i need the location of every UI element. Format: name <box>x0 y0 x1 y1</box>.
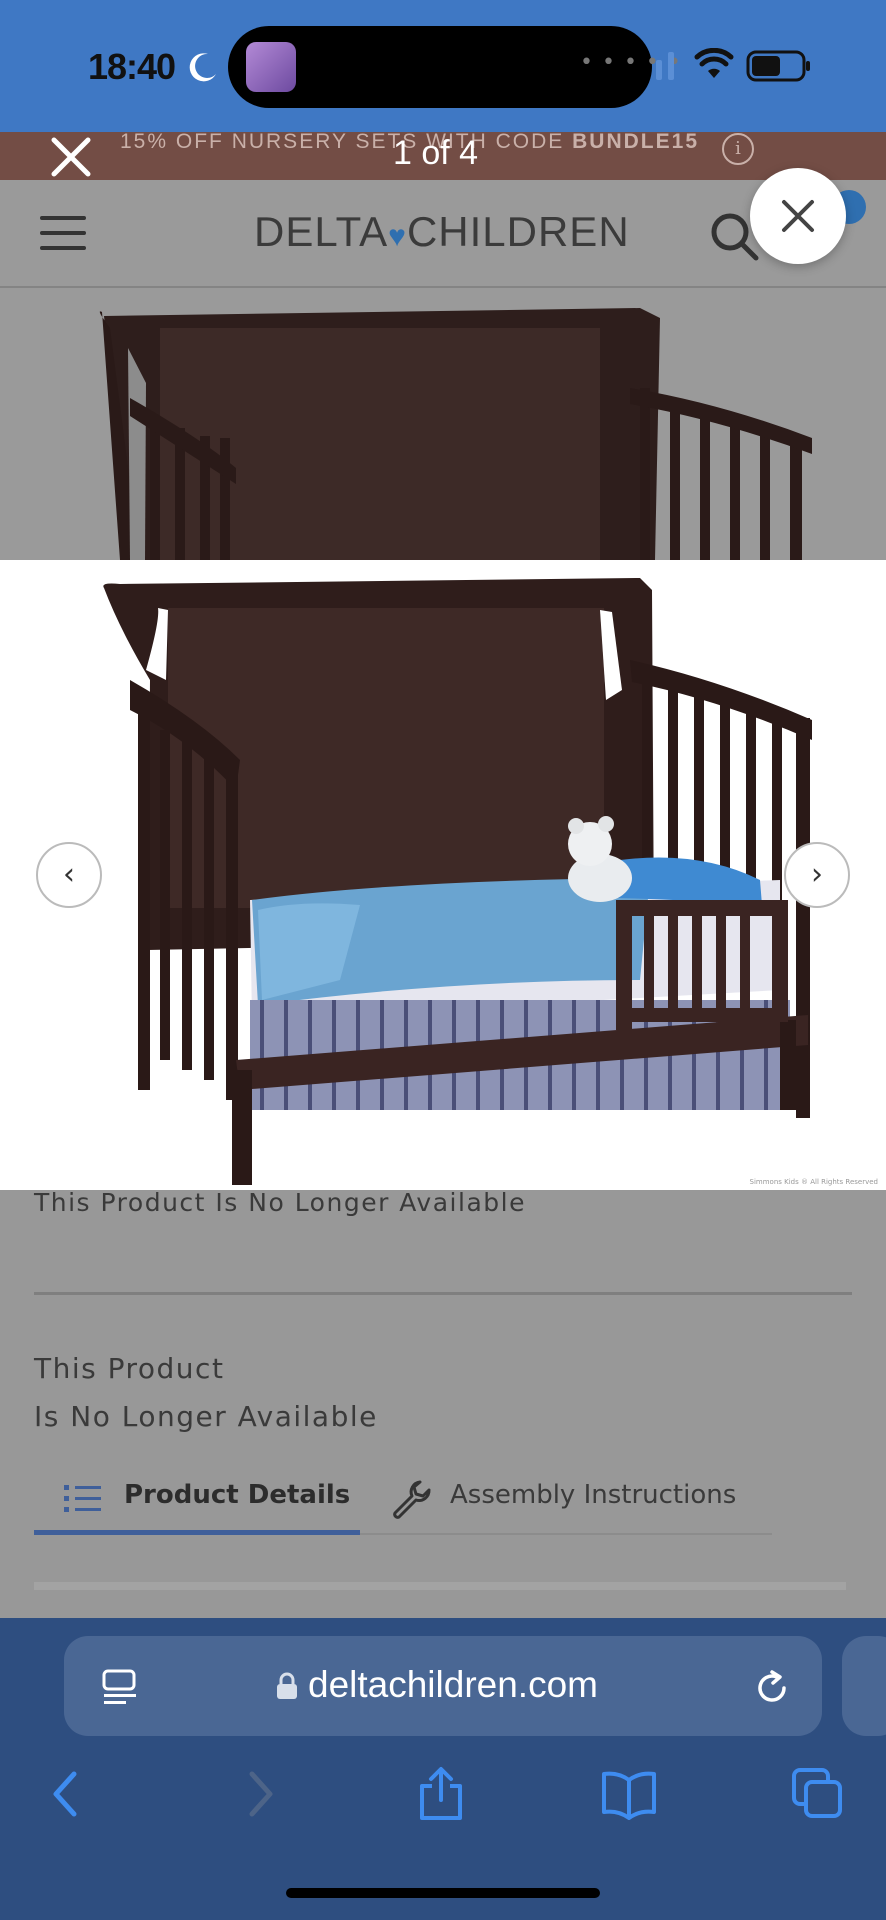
close-icon <box>782 200 814 232</box>
next-image-button[interactable]: › <box>784 842 850 908</box>
lock-icon <box>277 1672 297 1699</box>
logo-text-left: DELTA <box>254 208 389 255</box>
tabs-icon[interactable] <box>790 1766 846 1822</box>
active-tab-indicator <box>34 1530 360 1535</box>
tab-assembly-instructions[interactable]: Assembly Instructions <box>450 1480 736 1510</box>
image-copyright: Simmons Kids ® All Rights Reserved <box>749 1178 878 1186</box>
close-icon[interactable] <box>46 132 96 182</box>
product-image[interactable]: Simmons Kids ® All Rights Reserved <box>0 560 886 1190</box>
unavailable-heading-line1: This Product <box>34 1352 225 1385</box>
background-product-image <box>0 288 886 560</box>
wifi-icon <box>694 48 734 78</box>
share-icon[interactable] <box>416 1766 466 1822</box>
info-icon[interactable]: i <box>722 133 754 165</box>
home-indicator[interactable] <box>286 1888 600 1898</box>
logo-text-right: CHILDREN <box>406 208 630 255</box>
back-icon[interactable] <box>46 1766 86 1822</box>
close-button[interactable] <box>750 168 846 264</box>
tab-baseline <box>360 1533 772 1535</box>
list-icon <box>64 1485 101 1512</box>
bookmarks-icon[interactable] <box>600 1766 658 1822</box>
moon-icon <box>189 53 216 82</box>
unavailable-notice: This Product Is No Longer Available <box>34 1188 526 1217</box>
previous-image-button[interactable]: ‹ <box>36 842 102 908</box>
image-counter: 1 of 4 <box>393 134 479 172</box>
avatar <box>246 42 296 92</box>
heart-icon: ♥ <box>388 220 407 253</box>
unavailable-heading: This Product Is No Longer Available <box>34 1345 378 1441</box>
forward-icon[interactable] <box>240 1766 280 1822</box>
reload-icon[interactable] <box>752 1668 792 1708</box>
signal-icon <box>656 52 674 80</box>
crib-image <box>103 578 812 1185</box>
status-time: 18:40 <box>88 46 176 87</box>
content-placeholder-line <box>34 1582 846 1590</box>
site-logo[interactable]: DELTA♥CHILDREN <box>254 208 630 256</box>
battery-icon <box>746 50 810 82</box>
next-tab-address-bar[interactable] <box>842 1636 886 1736</box>
promo-code: BUNDLE15 <box>572 130 699 153</box>
menu-icon[interactable] <box>40 216 86 250</box>
wrench-icon[interactable] <box>390 1478 432 1520</box>
tab-product-details-label: Product Details <box>124 1480 351 1510</box>
reader-icon[interactable] <box>100 1668 140 1708</box>
unavailable-heading-line2: Is No Longer Available <box>34 1400 378 1433</box>
promo-message: 15% OFF NURSERY SETS WITH CODE <box>120 130 565 153</box>
divider <box>34 1292 852 1295</box>
url-text[interactable]: deltachildren.com <box>308 1664 598 1706</box>
